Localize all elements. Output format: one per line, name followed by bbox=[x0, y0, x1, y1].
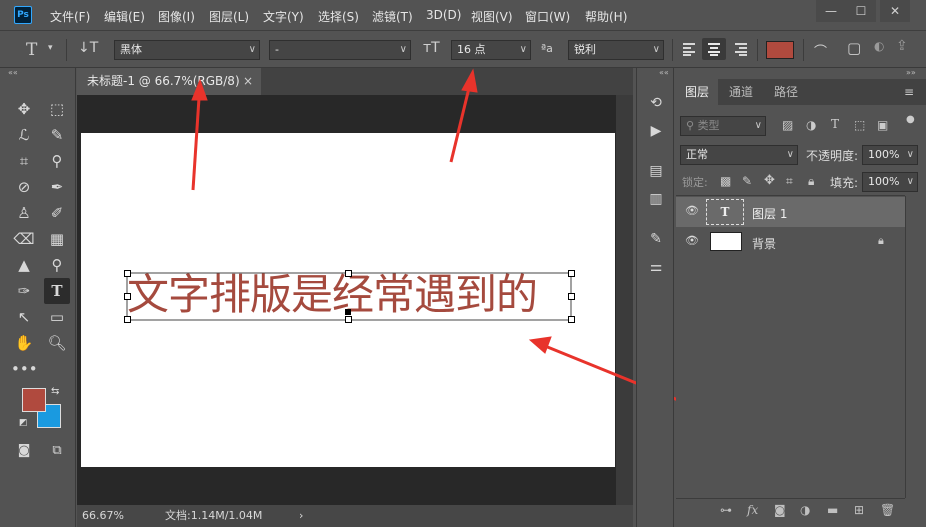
filter-smart-object-icon[interactable]: ▣ bbox=[877, 118, 888, 132]
visibility-eye-icon[interactable]: 👁︎ bbox=[685, 235, 699, 247]
expand-arrows-icon[interactable]: »» bbox=[906, 68, 916, 77]
lock-artboard-icon[interactable]: ⌗ bbox=[786, 174, 793, 189]
transform-handle[interactable] bbox=[124, 293, 131, 300]
new-group-icon[interactable]: ▬ bbox=[827, 503, 838, 517]
opacity-value: 100% bbox=[868, 148, 900, 161]
foreground-color-swatch[interactable] bbox=[22, 388, 46, 412]
lock-position-icon[interactable]: ✥ bbox=[764, 173, 775, 188]
filter-shape-icon[interactable]: ⬚ bbox=[854, 118, 865, 132]
transform-handle[interactable] bbox=[124, 316, 131, 323]
chevron-down-icon: ∨ bbox=[786, 149, 794, 160]
search-icon: ⚲ bbox=[686, 119, 698, 132]
delete-layer-icon[interactable]: 🗑︎ bbox=[880, 503, 895, 517]
collapse-arrows-icon[interactable]: «« bbox=[659, 68, 669, 77]
lock-all-icon[interactable]: 🔒︎ bbox=[808, 174, 814, 189]
fill-value: 100% bbox=[868, 175, 900, 188]
blend-mode-select[interactable]: 正常 ∨ bbox=[680, 145, 798, 165]
adjustments-icon[interactable]: ⚌ bbox=[645, 256, 667, 278]
paragraph-panel-icon[interactable]: ▥ bbox=[645, 188, 667, 210]
link-layers-icon[interactable]: ⊶ bbox=[720, 503, 732, 517]
transform-handle[interactable] bbox=[345, 270, 352, 277]
history-panel-icon[interactable]: ⟲ bbox=[645, 92, 667, 114]
tab-layers[interactable]: 图层 bbox=[676, 79, 719, 105]
layer-name[interactable]: 背景 bbox=[752, 235, 776, 252]
layer-row[interactable]: 👁︎ 背景 🔒︎ bbox=[676, 227, 905, 257]
fill-label: 填充: bbox=[830, 176, 859, 190]
layer-filter-select[interactable]: ⚲ 类型 ∨ bbox=[680, 116, 766, 136]
filter-adjustment-icon[interactable]: ◑ bbox=[806, 118, 816, 132]
opacity-field[interactable]: 100% ∨ bbox=[862, 145, 918, 165]
filter-toggle-icon[interactable]: ● bbox=[906, 114, 915, 125]
fill-field[interactable]: 100% ∨ bbox=[862, 172, 918, 192]
chevron-down-icon: ∨ bbox=[906, 149, 914, 160]
status-menu-arrow[interactable]: › bbox=[299, 505, 303, 527]
transform-handle[interactable] bbox=[568, 270, 575, 277]
baseline-handle[interactable] bbox=[345, 309, 351, 315]
tab-channels[interactable]: 通道 bbox=[720, 79, 762, 105]
transform-handle[interactable] bbox=[568, 293, 575, 300]
filter-type-icon[interactable]: T bbox=[831, 117, 839, 131]
filter-pixel-icon[interactable]: ▨ bbox=[782, 118, 793, 132]
text-layer-thumbnail: T bbox=[706, 199, 744, 225]
character-panel-icon[interactable]: ▤ bbox=[645, 160, 667, 182]
transform-handle[interactable] bbox=[345, 316, 352, 323]
tab-paths[interactable]: 路径 bbox=[765, 79, 807, 105]
visibility-eye-icon[interactable]: 👁︎ bbox=[685, 205, 699, 217]
lock-pixels-icon[interactable]: ✎ bbox=[742, 174, 752, 188]
transform-handle[interactable] bbox=[124, 270, 131, 277]
layer-filter-label: 类型 bbox=[697, 119, 720, 132]
brush-settings-icon[interactable]: ✎ bbox=[645, 228, 667, 250]
opacity-label: 不透明度: bbox=[806, 149, 859, 163]
layers-panel: »» 图层 通道 路径 ≡ ⚲ 类型 ∨ ▨ ◑ T ⬚ ▣ ● 正常 ∨ 不透… bbox=[676, 68, 926, 527]
new-layer-icon[interactable]: ⊞ bbox=[854, 503, 864, 517]
zoom-level[interactable]: 66.67% bbox=[82, 505, 124, 527]
status-bar: 66.67% 文档:1.14M/1.04M › bbox=[77, 505, 633, 527]
lock-label: 锁定: bbox=[682, 176, 708, 189]
adjustment-layer-icon[interactable]: ◑ bbox=[800, 503, 810, 517]
document-info: 文档:1.14M/1.04M bbox=[165, 509, 263, 522]
actions-panel-icon[interactable]: ▶ bbox=[645, 120, 667, 142]
chevron-down-icon: ∨ bbox=[754, 120, 762, 131]
chevron-down-icon: ∨ bbox=[906, 176, 914, 187]
layer-name[interactable]: 图层 1 bbox=[752, 205, 787, 222]
blend-mode-value: 正常 bbox=[686, 148, 708, 161]
panel-dock-strip: «« ⟲ ▶ ▤ ▥ ✎ ⚌ bbox=[636, 68, 674, 527]
layer-style-icon[interactable]: fx bbox=[747, 503, 758, 517]
add-mask-icon[interactable]: ◙ bbox=[774, 503, 786, 517]
panel-menu-icon[interactable]: ≡ bbox=[904, 85, 914, 99]
background-layer-thumbnail bbox=[710, 232, 742, 251]
lock-icon: 🔒︎ bbox=[878, 234, 884, 247]
lock-transparent-icon[interactable]: ▩ bbox=[720, 174, 731, 188]
transform-handle[interactable] bbox=[568, 316, 575, 323]
layer-row[interactable]: 👁︎ T 图层 1 bbox=[676, 197, 905, 227]
